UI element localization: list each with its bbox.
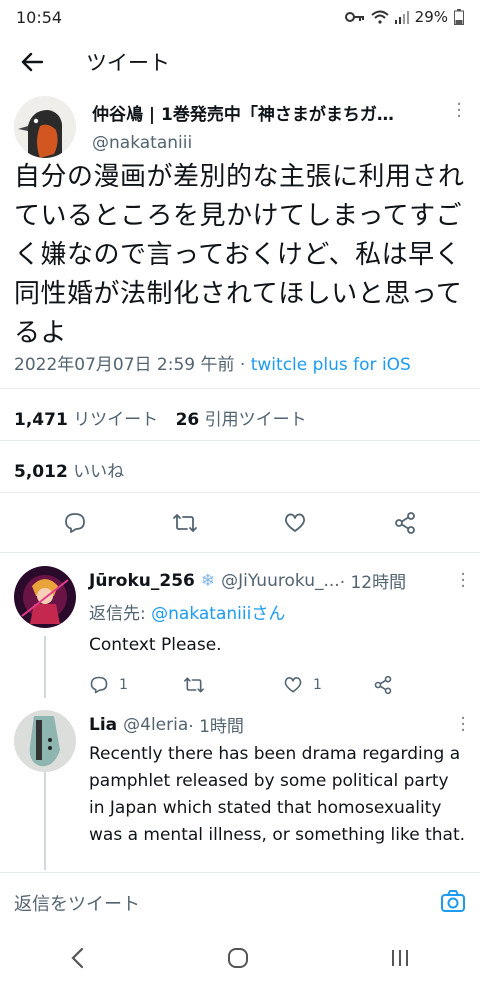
reply-text: Recently there has been drama regarding … (89, 744, 466, 845)
quote-count: 26 (175, 410, 200, 430)
reply-compose-bar[interactable]: 返信をツイート (0, 872, 480, 932)
reply-reply-count: 1 (119, 677, 128, 693)
nav-home-button[interactable] (227, 947, 249, 973)
thread-line (44, 770, 46, 870)
heart-icon (285, 513, 305, 532)
reply-text: Context Please. (89, 635, 222, 655)
divider (0, 388, 480, 389)
share-icon (374, 675, 392, 695)
like-count: 5,012 (14, 462, 68, 482)
signal-icon (394, 11, 409, 24)
reply-avatar[interactable] (14, 710, 76, 772)
reply-actions: 1 1 (89, 675, 469, 695)
wifi-icon (370, 10, 389, 24)
more-options-icon[interactable]: · · · (460, 566, 466, 596)
like-stats[interactable]: 5,012 いいね (14, 457, 124, 482)
reply-like-button[interactable]: 1 (283, 675, 373, 695)
share-button[interactable] (385, 503, 425, 543)
page-title: ツイート (86, 51, 170, 75)
share-icon (395, 512, 415, 534)
reply-time: · 12時間 (339, 573, 407, 593)
reply-header: Jūroku_256 ❄ @JiYuuroku_... · 12時間 (89, 568, 469, 594)
status-icons: 29% (344, 8, 464, 26)
arrow-left-icon (21, 52, 43, 72)
retweet-button[interactable] (165, 503, 205, 543)
reply-time: · 1時間 (188, 717, 244, 737)
retweet-icon (184, 677, 204, 693)
author-info: 仲谷鳰 | 1巻発売中「神さまがまちガ… @nakataniii (92, 96, 466, 162)
tweet-client-link[interactable]: twitcle plus for iOS (251, 355, 411, 375)
reply-author-handle[interactable]: @JiYuuroku_... (221, 571, 340, 591)
tweet-author: 仲谷鳰 | 1巻発売中「神さまがまちガ… @nakataniii · · · (14, 96, 466, 162)
more-options-icon[interactable]: · · · (460, 710, 466, 740)
like-label: いいね (73, 462, 125, 482)
battery-percent: 29% (414, 8, 448, 26)
tweet-meta: 2022年07月07日 2:59 午前 · twitcle plus for i… (14, 350, 411, 375)
reply-author-handle[interactable]: @4leria (123, 715, 188, 735)
quote-label: 引用ツイート (204, 410, 307, 430)
chevron-left-icon (71, 947, 84, 968)
reply-author-name[interactable]: Lia (89, 715, 117, 735)
status-time: 10:54 (16, 7, 63, 27)
tweet-text: 自分の漫画が差別的な主張に利用されているところを見かけてしまってすごく嫌なので言… (14, 162, 465, 348)
reply-retweet-button[interactable] (183, 675, 283, 695)
top-bar: ツイート (0, 34, 480, 90)
like-button[interactable] (275, 503, 315, 543)
reply-like-count: 1 (313, 677, 322, 693)
status-bar: 10:54 29% (0, 0, 480, 34)
divider (0, 492, 480, 493)
retweet-icon (173, 514, 197, 532)
nav-recents-button[interactable] (390, 948, 410, 972)
tweet-actions (0, 500, 480, 546)
snowflake-icon: ❄ (200, 570, 216, 591)
divider (0, 440, 480, 441)
author-name[interactable]: 仲谷鳰 | 1巻発売中「神さまがまちガ… (92, 100, 432, 125)
anime-avatar-icon (14, 566, 76, 628)
reply-to: 返信先: @nakataniiiさん (89, 599, 469, 624)
author-avatar[interactable] (14, 96, 76, 158)
retweet-count: 1,471 (14, 410, 68, 430)
reply-to-handle-link[interactable]: @nakataniiiさん (151, 604, 285, 624)
reply-button[interactable] (55, 503, 95, 543)
camera-icon (441, 889, 465, 912)
retweet-stats[interactable]: 1,471 リツイート 26 引用ツイート (14, 405, 307, 430)
more-options-icon[interactable]: · · · (456, 96, 462, 126)
reply-to-prefix: 返信先: (89, 604, 152, 624)
key-icon (344, 12, 364, 22)
author-handle[interactable]: @nakataniii (92, 133, 466, 153)
thread-line (44, 636, 46, 698)
battery-icon (454, 9, 464, 25)
reply-author-name[interactable]: Jūroku_256 (89, 571, 195, 591)
retweet-label: リツイート (73, 410, 159, 430)
system-nav-bar (0, 932, 480, 987)
reply-header: Lia @4leria · 1時間 (89, 712, 469, 738)
tweet-timestamp: 2022年07月07日 2:59 午前 · (14, 355, 251, 375)
comment-icon (65, 513, 85, 533)
reply-reply-button[interactable]: 1 (89, 675, 183, 695)
camera-button[interactable] (440, 889, 466, 917)
heart-icon (284, 677, 302, 693)
reply-avatar[interactable] (14, 566, 76, 628)
comment-icon (90, 676, 108, 694)
back-button[interactable] (0, 34, 64, 90)
reply-share-button[interactable] (373, 675, 393, 695)
bird-avatar-icon (14, 96, 76, 158)
nav-back-button[interactable] (70, 947, 86, 973)
recents-icon (391, 949, 408, 966)
divider (0, 552, 480, 553)
guitar-avatar-icon (14, 710, 76, 772)
home-circle-icon (227, 947, 248, 968)
reply-input[interactable]: 返信をツイート (14, 890, 440, 916)
